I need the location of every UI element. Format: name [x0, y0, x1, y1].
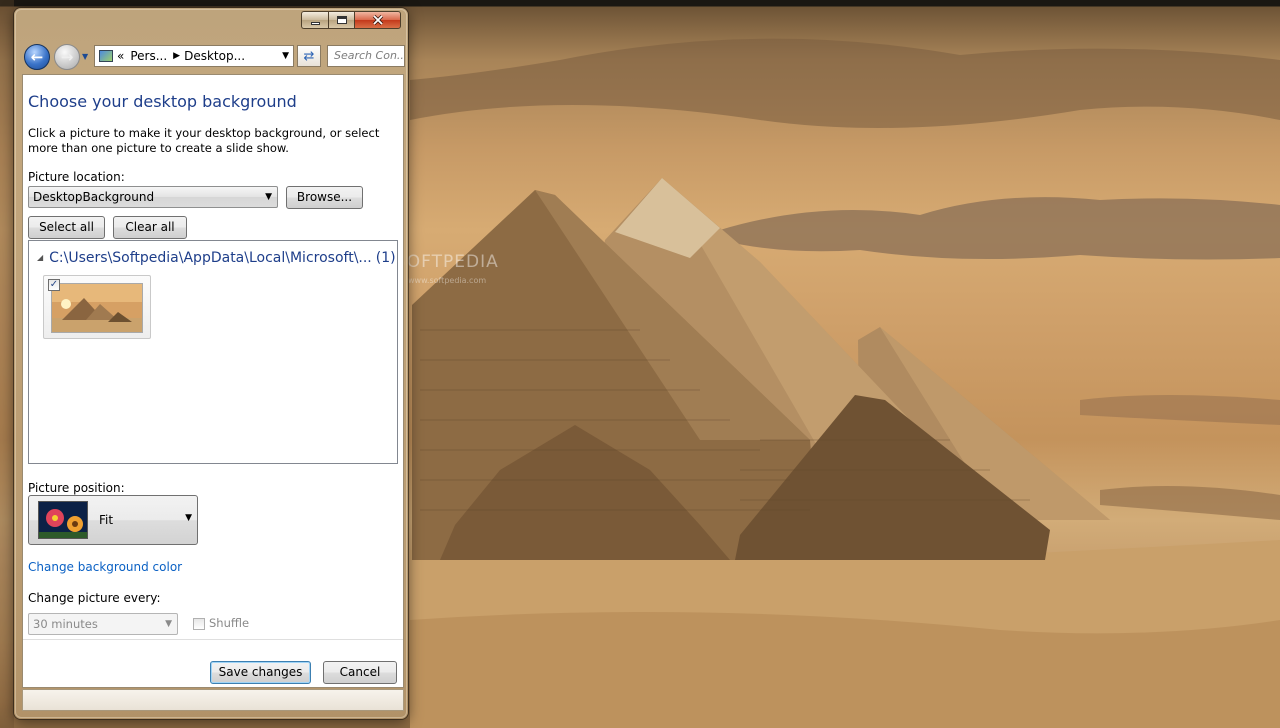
minimize-button[interactable] [301, 11, 328, 29]
collapse-triangle-icon[interactable]: ◢ [37, 253, 43, 262]
change-background-color-link[interactable]: Change background color [28, 560, 182, 574]
back-arrow-icon: ← [30, 48, 44, 66]
address-dropdown-icon[interactable]: ▼ [282, 51, 289, 61]
shuffle-label: Shuffle [209, 616, 250, 630]
picture-group-header[interactable]: ◢ C:\Users\Softpedia\AppData\Local\Micros… [37, 250, 396, 266]
checkmark-icon: ✓ [49, 279, 59, 290]
picture-list[interactable]: ◢ C:\Users\Softpedia\AppData\Local\Micros… [28, 240, 398, 464]
search-input[interactable]: Search Con... [327, 45, 405, 67]
status-bar [22, 689, 404, 711]
control-panel-icon [99, 50, 113, 62]
change-interval-value: 30 minutes [33, 617, 98, 631]
select-all-button[interactable]: Select all [28, 216, 105, 239]
forward-arrow-icon: → [60, 48, 74, 66]
picture-position-value: Fit [99, 513, 114, 527]
clear-all-button[interactable]: Clear all [113, 216, 187, 239]
group-count: (1) [375, 250, 396, 266]
breadcrumb-personalization[interactable]: Pers... [130, 49, 167, 63]
page-title: Choose your desktop background [28, 92, 297, 111]
breadcrumb-separator-icon[interactable]: ▶ [173, 51, 180, 61]
picture-position-select[interactable]: Fit ▼ [28, 495, 198, 545]
close-button[interactable] [354, 11, 401, 29]
chevron-down-icon: ▼ [82, 52, 89, 61]
shuffle-checkbox[interactable] [193, 618, 205, 630]
recent-pages-dropdown[interactable]: ▼ [82, 53, 91, 61]
browse-button[interactable]: Browse... [286, 186, 363, 209]
back-button[interactable]: ← [24, 44, 50, 70]
page-description: Click a picture to make it your desktop … [28, 126, 380, 155]
picture-checkbox[interactable]: ✓ [48, 279, 60, 291]
close-icon [372, 15, 383, 25]
chevron-down-icon: ▼ [265, 192, 272, 202]
picture-thumbnail[interactable]: ✓ [43, 275, 151, 339]
refresh-icon: ⇄ [303, 48, 315, 64]
picture-location-value: DesktopBackground [33, 190, 155, 204]
watermark: SOFTPEDIA [395, 252, 499, 272]
picture-position-label: Picture position: [28, 481, 125, 495]
breadcrumb-desktop-background[interactable]: Desktop... [184, 49, 245, 63]
address-bar[interactable]: « Pers... ▶ Desktop... ▼ [94, 45, 294, 67]
save-changes-button[interactable]: Save changes [210, 661, 311, 684]
footer-divider [23, 639, 403, 640]
change-interval-select[interactable]: 30 minutes ▼ [28, 613, 178, 635]
chevron-down-icon: ▼ [185, 513, 192, 523]
content-pane: Choose your desktop background Click a p… [22, 74, 404, 688]
picture-location-label: Picture location: [28, 170, 125, 184]
pyramids-thumbnail-image [51, 283, 143, 333]
cancel-button[interactable]: Cancel [323, 661, 397, 684]
maximize-button[interactable] [328, 11, 354, 29]
caption-buttons [301, 11, 401, 31]
minimize-icon [310, 21, 320, 25]
picture-location-select[interactable]: DesktopBackground ▼ [28, 186, 278, 208]
address-prefix[interactable]: « [117, 49, 124, 63]
personalization-window: ← → ▼ « Pers... ▶ Desktop... ▼ ⇄ Search … [14, 8, 408, 719]
forward-button[interactable]: → [54, 44, 80, 70]
maximize-icon [336, 16, 347, 24]
flower-preview-icon [38, 501, 88, 539]
change-picture-every-label: Change picture every: [28, 591, 161, 605]
chevron-down-icon: ▼ [165, 619, 172, 629]
refresh-button[interactable]: ⇄ [297, 45, 321, 67]
group-path: C:\Users\Softpedia\AppData\Local\Microso… [49, 250, 372, 266]
watermark-url: www.softpedia.com [408, 276, 487, 285]
